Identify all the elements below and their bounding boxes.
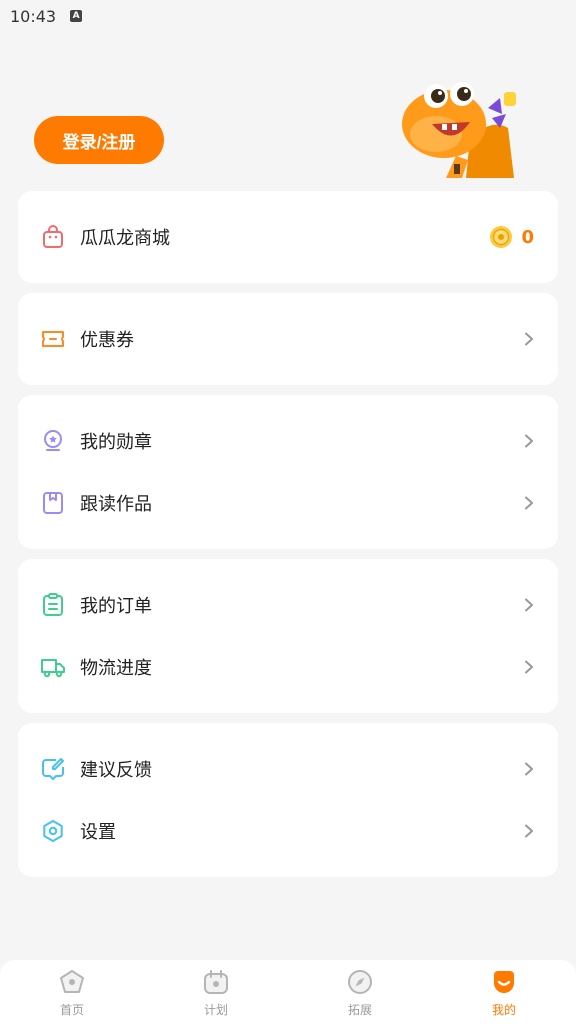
settings-row[interactable]: 设置 bbox=[18, 800, 558, 862]
bottom-tab-bar: 首页 计划 拓展 我的 bbox=[0, 960, 576, 1024]
tab-mine-label: 我的 bbox=[491, 1003, 516, 1017]
orders-card: 我的订单 物流进度 bbox=[18, 559, 558, 713]
truck-icon bbox=[41, 659, 65, 678]
status-bar: 10:43 A bbox=[0, 0, 576, 32]
chevron-right-icon bbox=[525, 434, 533, 448]
settings-label: 设置 bbox=[80, 822, 116, 843]
reading-works-row[interactable]: 跟读作品 bbox=[18, 472, 558, 534]
feedback-label: 建议反馈 bbox=[80, 760, 152, 781]
shop-row[interactable]: 瓜瓜龙商城 0 bbox=[18, 206, 558, 268]
feedback-edit-icon bbox=[42, 758, 64, 780]
tab-explore[interactable]: 拓展 bbox=[288, 960, 432, 1024]
logistics-row[interactable]: 物流进度 bbox=[18, 636, 558, 698]
coin-balance: 0 bbox=[489, 225, 534, 249]
achievements-card: 我的勋章 跟读作品 bbox=[18, 395, 558, 549]
shop-label: 瓜瓜龙商城 bbox=[80, 228, 170, 249]
reading-works-label: 跟读作品 bbox=[80, 494, 152, 515]
plan-icon bbox=[204, 970, 228, 994]
coupon-icon bbox=[42, 331, 64, 347]
feedback-row[interactable]: 建议反馈 bbox=[18, 738, 558, 800]
tab-home[interactable]: 首页 bbox=[0, 960, 144, 1024]
coupon-row[interactable]: 优惠券 bbox=[18, 308, 558, 370]
tab-plan[interactable]: 计划 bbox=[144, 960, 288, 1024]
support-card: 建议反馈 设置 bbox=[18, 723, 558, 877]
coupon-label: 优惠券 bbox=[80, 330, 134, 351]
badges-label: 我的勋章 bbox=[80, 432, 152, 453]
chevron-right-icon bbox=[525, 332, 533, 346]
tab-mine[interactable]: 我的 bbox=[432, 960, 576, 1024]
tab-home-label: 首页 bbox=[59, 1003, 84, 1017]
chevron-right-icon bbox=[525, 824, 533, 838]
chevron-right-icon bbox=[525, 762, 533, 776]
tab-explore-label: 拓展 bbox=[347, 1003, 372, 1017]
coin-icon bbox=[490, 226, 513, 248]
orders-label: 我的订单 bbox=[80, 596, 152, 617]
chevron-right-icon bbox=[525, 496, 533, 510]
orders-row[interactable]: 我的订单 bbox=[18, 574, 558, 636]
notification-icon: A bbox=[70, 10, 83, 22]
profile-icon bbox=[494, 971, 514, 993]
coin-count: 0 bbox=[521, 226, 534, 248]
compass-icon bbox=[348, 970, 372, 994]
medal-icon bbox=[44, 430, 62, 451]
login-register-button[interactable]: 登录/注册 bbox=[34, 116, 164, 164]
gear-icon bbox=[43, 820, 63, 842]
logistics-label: 物流进度 bbox=[80, 658, 152, 679]
bookmark-book-icon bbox=[43, 492, 63, 514]
profile-header: 登录/注册 bbox=[0, 32, 576, 182]
badges-row[interactable]: 我的勋章 bbox=[18, 410, 558, 472]
dinosaur-mascot-icon bbox=[402, 82, 516, 178]
shop-card: 瓜瓜龙商城 0 bbox=[18, 191, 558, 283]
coupon-card: 优惠券 bbox=[18, 293, 558, 385]
status-time: 10:43 bbox=[10, 6, 57, 26]
shopping-bag-icon bbox=[43, 225, 63, 248]
order-list-icon bbox=[43, 593, 63, 616]
tab-plan-label: 计划 bbox=[203, 1003, 228, 1017]
chevron-right-icon bbox=[525, 660, 533, 674]
home-icon bbox=[60, 970, 84, 993]
chevron-right-icon bbox=[525, 598, 533, 612]
